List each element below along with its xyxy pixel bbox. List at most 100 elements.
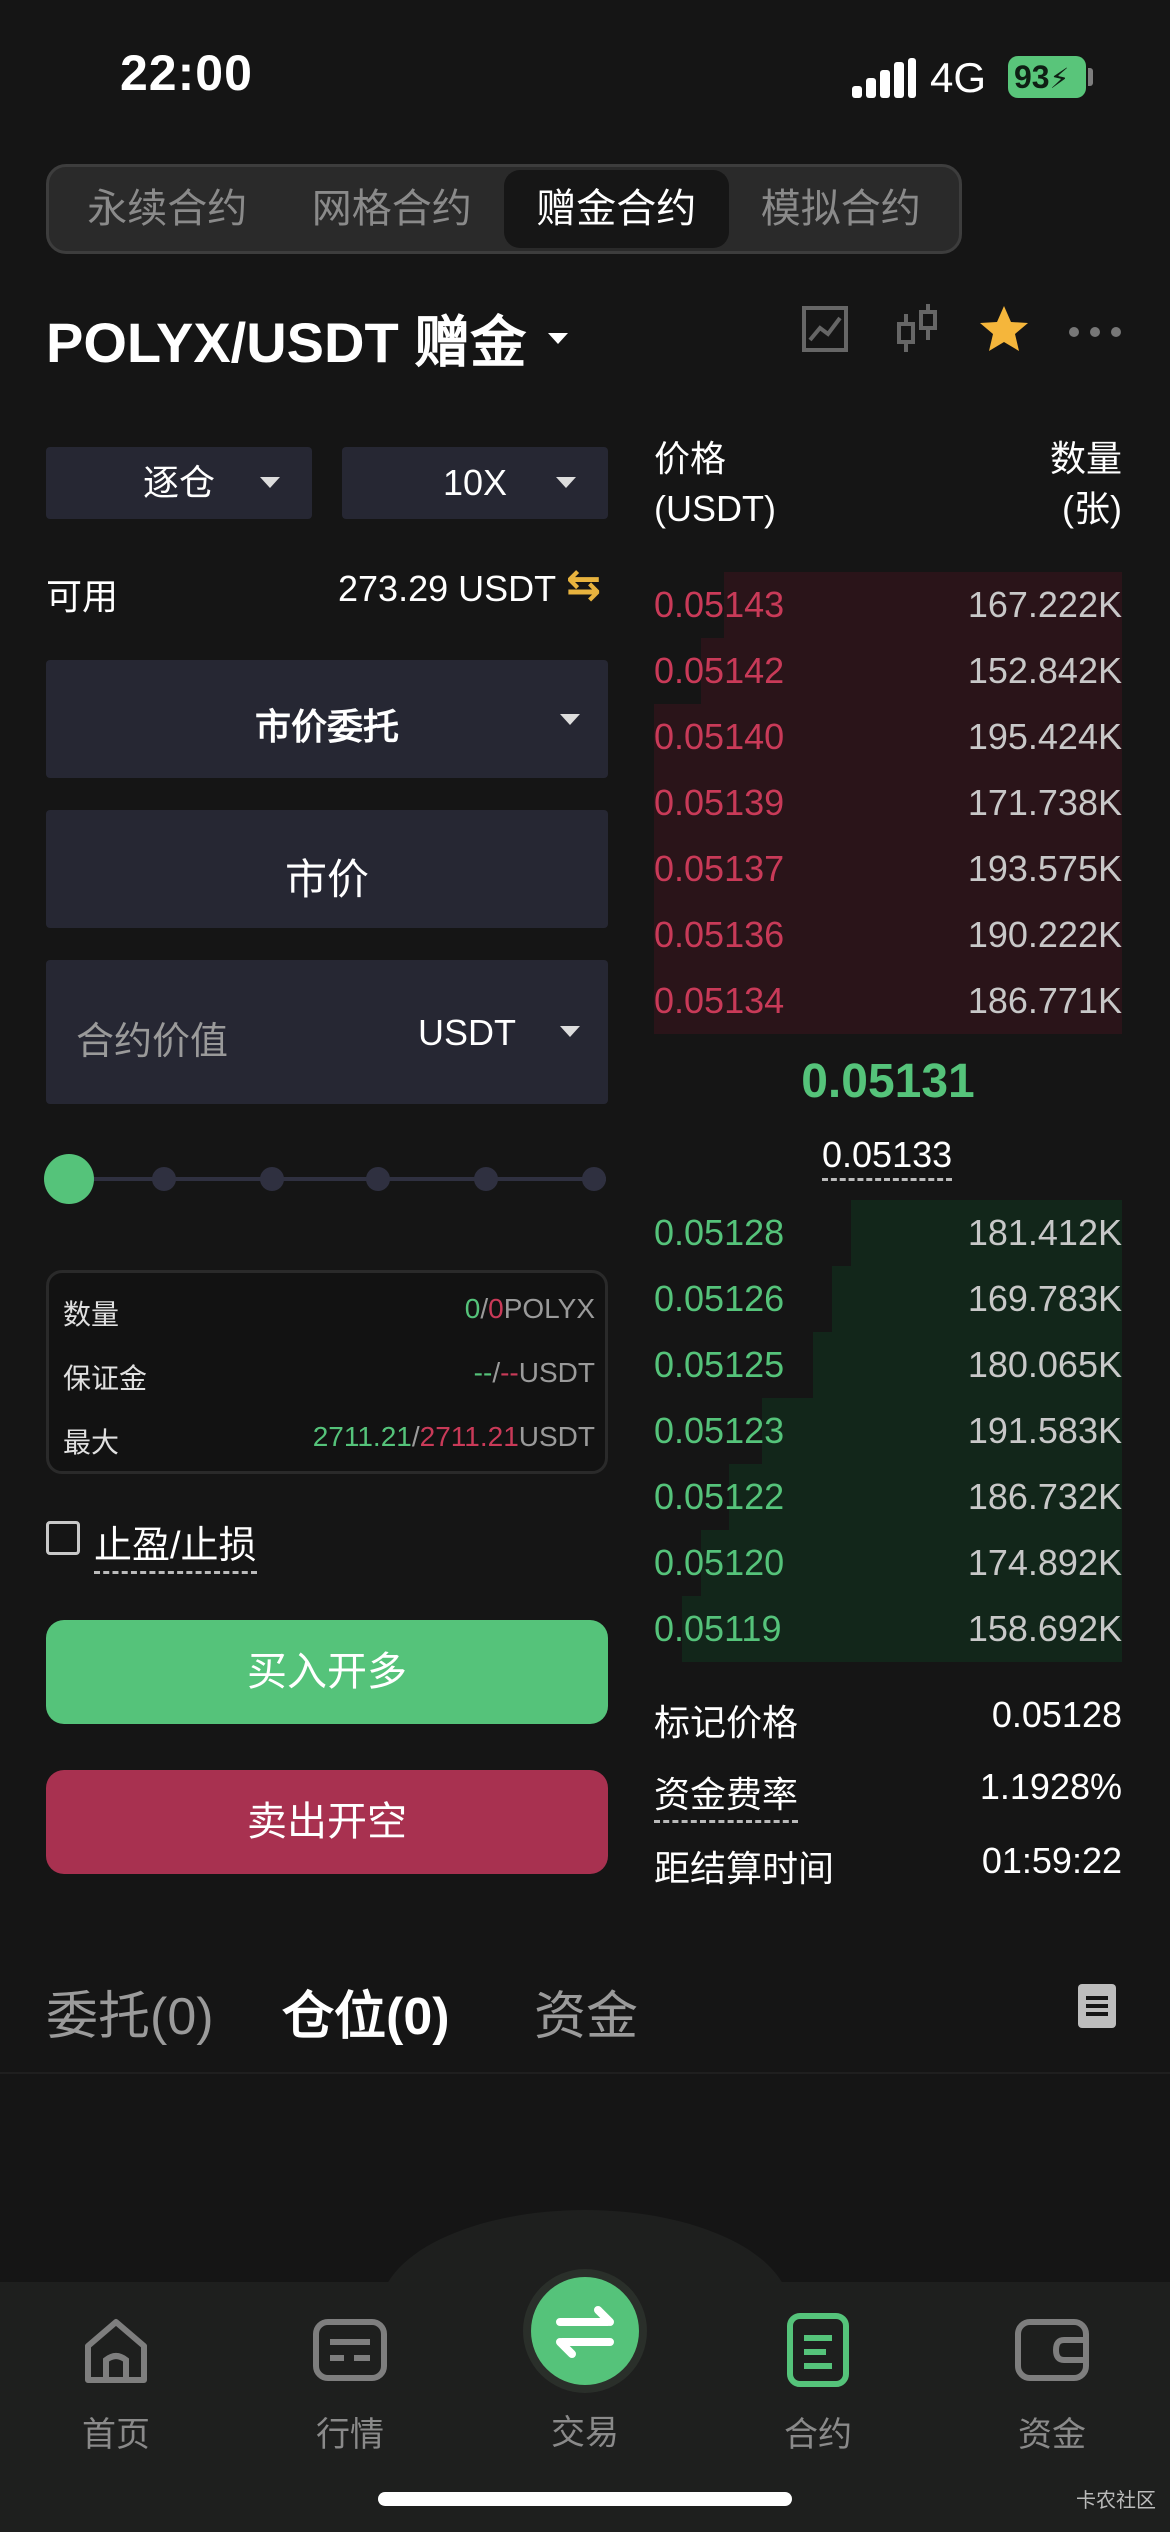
slider-step-100[interactable] xyxy=(474,1167,498,1191)
margin-label: 保证金 xyxy=(63,1363,148,1394)
tab-orders[interactable]: 委托(0) xyxy=(46,1974,214,2049)
mark-price-ref[interactable]: 0.05133 xyxy=(822,1134,952,1181)
bid-row[interactable]: 0.05125 180.065K xyxy=(654,1332,1122,1398)
qty-header: 数量 xyxy=(1049,438,1122,479)
bid-qty: 169.783K xyxy=(967,1278,1122,1319)
stat-funding-rate[interactable]: 资金费率 1.1928% xyxy=(654,1766,1122,1823)
margin-short: -- xyxy=(500,1357,519,1388)
star-icon[interactable] xyxy=(976,300,1032,360)
ask-price: 0.05134 xyxy=(654,980,785,1021)
tab-grid[interactable]: 网格合约 xyxy=(280,170,505,248)
contract-value-input[interactable]: 合约价值 USDT xyxy=(46,960,608,1104)
tab-bonus[interactable]: 赠金合约 xyxy=(504,170,729,248)
slider-step-75[interactable] xyxy=(366,1167,390,1191)
amount-unit[interactable]: USDT xyxy=(418,1012,516,1054)
pair-name: POLYX/USDT 赠金 xyxy=(46,311,527,374)
bid-row[interactable]: 0.05123 191.583K xyxy=(654,1398,1122,1464)
nav-trade[interactable]: 交易 xyxy=(485,2266,685,2454)
bid-qty: 191.583K xyxy=(967,1410,1122,1451)
ask-row[interactable]: 0.05136 190.222K xyxy=(654,902,1122,968)
margin-mode-value: 逐仓 xyxy=(142,462,215,503)
nav-label: 交易 xyxy=(551,2414,619,2452)
price-field[interactable]: 市价 xyxy=(46,810,608,928)
slider-handle[interactable] xyxy=(44,1154,94,1204)
bid-price: 0.05122 xyxy=(654,1476,785,1517)
chevron-down-icon xyxy=(560,1026,580,1037)
bid-qty: 158.692K xyxy=(967,1608,1122,1649)
amount-slider[interactable] xyxy=(66,1177,606,1181)
status-time: 22:00 xyxy=(120,45,253,101)
chart-line-icon[interactable] xyxy=(798,300,854,360)
contract-icon xyxy=(787,2313,849,2387)
document-icon[interactable] xyxy=(1078,1984,1116,2028)
ask-qty: 171.738K xyxy=(967,782,1122,823)
tab-perpetual[interactable]: 永续合约 xyxy=(55,170,280,248)
ask-row[interactable]: 0.05137 193.575K xyxy=(654,836,1122,902)
qty-header-unit: (张) xyxy=(1062,488,1122,529)
margin-unit: USDT xyxy=(518,1357,595,1388)
order-type-value: 市价委托 xyxy=(254,706,399,747)
bid-price: 0.05120 xyxy=(654,1542,785,1583)
ask-qty: 195.424K xyxy=(967,716,1122,757)
stat-label: 距结算时间 xyxy=(654,1848,835,1889)
bid-price: 0.05128 xyxy=(654,1212,785,1253)
bid-row[interactable]: 0.05119 158.692K xyxy=(654,1596,1122,1662)
battery-icon: 93⚡ xyxy=(1008,56,1086,98)
ask-row[interactable]: 0.05142 152.842K xyxy=(654,638,1122,704)
market-icon xyxy=(313,2319,387,2381)
margin-mode-select[interactable]: 逐仓 xyxy=(46,447,312,519)
bid-row[interactable]: 0.05120 174.892K xyxy=(654,1530,1122,1596)
bid-price: 0.05119 xyxy=(654,1608,782,1649)
price-mode-value: 市价 xyxy=(284,856,369,903)
order-type-select[interactable]: 市价委托 xyxy=(46,660,608,778)
stat-label: 标记价格 xyxy=(654,1702,799,1743)
ask-price: 0.05140 xyxy=(654,716,785,757)
ask-row[interactable]: 0.05139 171.738K xyxy=(654,770,1122,836)
bid-qty: 181.412K xyxy=(967,1212,1122,1253)
pair-selector[interactable]: POLYX/USDT 赠金 xyxy=(46,298,569,379)
watermark: 卡农社区 xyxy=(1076,2490,1156,2512)
ask-row[interactable]: 0.05143 167.222K xyxy=(654,572,1122,638)
tpsl-label[interactable]: 止盈/止损 xyxy=(94,1514,257,1574)
tab-assets[interactable]: 资金 xyxy=(534,1974,638,2049)
ask-row[interactable]: 0.05134 186.771K xyxy=(654,968,1122,1034)
tab-positions[interactable]: 仓位(0) xyxy=(282,1974,450,2049)
nav-wallet[interactable]: 资金 xyxy=(952,2310,1152,2456)
leverage-select[interactable]: 10X xyxy=(342,447,608,519)
qty-row: 数量 0/0POLYX xyxy=(63,1293,595,1333)
home-indicator[interactable] xyxy=(378,2492,792,2506)
bid-row[interactable]: 0.05126 169.783K xyxy=(654,1266,1122,1332)
bid-price: 0.05126 xyxy=(654,1278,785,1319)
nav-contract[interactable]: 合约 xyxy=(718,2310,918,2456)
sell-short-button[interactable]: 卖出开空 xyxy=(46,1770,608,1874)
slider-step-50[interactable] xyxy=(260,1167,284,1191)
ask-price: 0.05142 xyxy=(654,650,785,691)
last-price[interactable]: 0.05131 xyxy=(654,1054,1122,1109)
chevron-down-icon xyxy=(260,477,280,488)
tpsl-checkbox[interactable] xyxy=(46,1521,80,1555)
margin-row: 保证金 --/--USDT xyxy=(63,1357,595,1397)
signal-icon xyxy=(852,58,916,98)
ask-price: 0.05139 xyxy=(654,782,785,823)
nav-market[interactable]: 行情 xyxy=(250,2310,450,2456)
candlestick-icon[interactable] xyxy=(890,300,946,360)
bid-price: 0.05123 xyxy=(654,1410,785,1451)
ask-qty: 193.575K xyxy=(967,848,1122,889)
bid-row[interactable]: 0.05128 181.412K xyxy=(654,1200,1122,1266)
transfer-icon[interactable]: ⇆ xyxy=(566,560,601,609)
bid-row[interactable]: 0.05122 186.732K xyxy=(654,1464,1122,1530)
stat-value: 1.1928% xyxy=(979,1766,1122,1807)
ask-qty: 190.222K xyxy=(967,914,1122,955)
ask-row[interactable]: 0.05140 195.424K xyxy=(654,704,1122,770)
more-icon[interactable] xyxy=(1066,300,1124,360)
nav-home[interactable]: 首页 xyxy=(16,2310,216,2456)
battery-level: 93 xyxy=(1014,59,1050,95)
divider xyxy=(0,2072,1170,2074)
slider-step-max[interactable] xyxy=(582,1167,606,1191)
tab-demo[interactable]: 模拟合约 xyxy=(729,170,954,248)
slider-step-25[interactable] xyxy=(152,1167,176,1191)
orderbook-price-header: 价格 (USDT) xyxy=(654,434,776,534)
contract-type-tabs: 永续合约 网格合约 赠金合约 模拟合约 xyxy=(46,164,962,254)
nav-label: 资金 xyxy=(1018,2416,1086,2454)
buy-long-button[interactable]: 买入开多 xyxy=(46,1620,608,1724)
